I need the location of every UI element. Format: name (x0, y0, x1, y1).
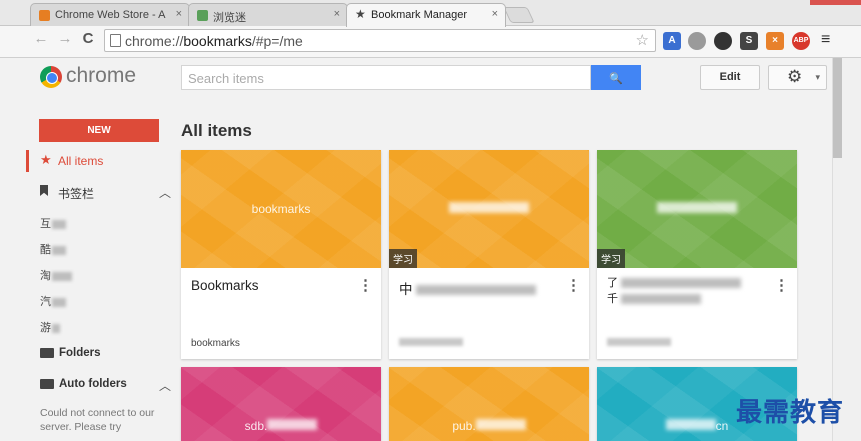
x-extension-icon[interactable]: × (766, 32, 784, 50)
bookmark-manager-page: chrome Search items 🔍 Edit ⚙ ▾ NEW ★ All… (0, 58, 832, 441)
bookmark-card[interactable]: bookmarks Bookmarks ⋮ bookmarks (181, 150, 381, 359)
tab-chrome-web-store[interactable]: Chrome Web Store - A × (30, 3, 190, 26)
more-vert-icon[interactable]: ⋮ (358, 276, 373, 294)
card-thumbnail[interactable]: sdb. (181, 367, 381, 441)
sidebar-item-label: Folders (59, 347, 101, 359)
address-bar[interactable]: chrome://bookmarks/#p=/me ☆ (104, 29, 656, 52)
sidebar-subitem[interactable]: 互 (40, 215, 66, 231)
gear-icon: ⚙ (787, 67, 803, 86)
sidebar-item-bookmarks-bar[interactable]: 书签栏 (40, 185, 94, 202)
site-favicon-icon (197, 10, 208, 21)
card-tag: 学习 (389, 249, 417, 268)
logo-text: chrome (66, 64, 137, 87)
search-input[interactable]: Search items (181, 65, 591, 90)
web-store-icon (39, 10, 50, 21)
browser-toolbar: ← → C chrome://bookmarks/#p=/me ☆ A S × … (0, 26, 861, 58)
search-icon: 🔍 (609, 73, 623, 85)
sidebar-item-all-items[interactable]: ★ All items (40, 152, 104, 168)
sidebar-item-auto-folders[interactable]: Auto folders (40, 378, 127, 390)
card-thumbnail[interactable]: 学习 (597, 150, 797, 268)
card-thumbnail[interactable]: 学习 (389, 150, 589, 268)
tab-title: 浏览迷 (213, 12, 246, 24)
tab-title: Bookmark Manager (371, 9, 467, 21)
sidebar-subitem[interactable]: 淘 (40, 267, 72, 283)
thumbnail-text: bookmarks (251, 202, 311, 216)
page-icon (110, 34, 121, 47)
more-vert-icon[interactable]: ⋮ (566, 276, 581, 294)
card-url: bookmarks (191, 338, 240, 349)
bookmark-star-icon[interactable]: ☆ (636, 31, 649, 49)
card-title: 中 (399, 278, 537, 298)
s-extension-icon[interactable]: S (740, 32, 758, 50)
thumbnail-text (389, 202, 589, 216)
new-tab-button[interactable] (503, 7, 535, 23)
bookmark-card[interactable]: 学习 中 ⋮ (389, 150, 589, 359)
url-host: bookmarks (183, 33, 252, 49)
reload-icon[interactable]: C (78, 30, 98, 47)
bookmark-card[interactable]: pub. (389, 367, 589, 441)
menu-icon[interactable]: ≡ (821, 31, 830, 49)
chevron-up-icon[interactable]: ︿ (159, 184, 171, 201)
close-tab-icon[interactable]: × (492, 8, 498, 20)
card-thumbnail[interactable]: bookmarks (181, 150, 381, 268)
card-title: Bookmarks (191, 278, 259, 293)
card-tag: 学习 (597, 249, 625, 268)
sidebar-subitem[interactable]: 酷 (40, 241, 66, 257)
sidebar-item-folders[interactable]: Folders (40, 347, 101, 359)
translate-icon[interactable]: A (663, 32, 681, 50)
chrome-logo-icon (40, 66, 62, 88)
scrollbar-thumb[interactable] (833, 58, 842, 158)
bookmark-icon (40, 185, 48, 196)
steering-icon[interactable] (714, 32, 732, 50)
new-button[interactable]: NEW (39, 119, 159, 142)
sidebar-subitem[interactable]: 游 (40, 319, 60, 335)
search-button[interactable]: 🔍 (591, 65, 641, 90)
thumbnail-text: sdb. (181, 419, 381, 433)
close-tab-icon[interactable]: × (334, 8, 340, 20)
tab-title: Chrome Web Store - A (55, 9, 166, 21)
more-vert-icon[interactable]: ⋮ (774, 276, 789, 294)
card-url (399, 338, 463, 349)
tab-strip: Chrome Web Store - A × 浏览迷 × ★ Bookmark … (0, 0, 861, 27)
url-scheme: chrome:// (125, 33, 184, 49)
sidebar-item-label: 书签栏 (58, 187, 95, 201)
bookmark-card[interactable]: sdb. (181, 367, 381, 441)
url-path: /#p=/me (251, 33, 303, 49)
thumbnail-text (597, 202, 797, 216)
chevron-up-icon[interactable]: ︿ (159, 377, 171, 394)
connection-error-message: Could not connect to our server. Please … (40, 407, 155, 433)
watermark-logo: 最需教育 (736, 398, 845, 428)
sidebar-item-label: All items (58, 154, 104, 168)
edit-button[interactable]: Edit (700, 65, 760, 90)
sidebar-item-label: Auto folders (59, 378, 127, 390)
active-indicator (26, 150, 29, 172)
star-icon: ★ (355, 7, 366, 21)
bookmark-card[interactable]: 学习 了 千 ⋮ (597, 150, 797, 359)
card-url (607, 338, 671, 349)
globe-icon[interactable] (688, 32, 706, 50)
card-title: 了 千 (607, 274, 742, 306)
tab-bookmark-manager[interactable]: ★ Bookmark Manager × (346, 3, 506, 27)
folder-icon (40, 348, 54, 358)
chevron-down-icon: ▾ (815, 72, 820, 82)
chrome-logo: chrome (40, 65, 136, 91)
tab-browser[interactable]: 浏览迷 × (188, 3, 348, 26)
thumbnail-text: pub. (389, 419, 589, 433)
settings-button[interactable]: ⚙ ▾ (768, 65, 827, 90)
star-icon: ★ (40, 152, 52, 167)
auto-folder-icon (40, 379, 54, 389)
forward-arrow-icon[interactable]: → (55, 30, 75, 47)
close-tab-icon[interactable]: × (176, 8, 182, 20)
adblock-icon[interactable]: ABP (792, 32, 810, 50)
window-close-button[interactable] (810, 0, 861, 5)
page-title: All items (181, 121, 252, 140)
back-arrow-icon[interactable]: ← (31, 30, 51, 47)
sidebar-subitem[interactable]: 汽 (40, 293, 66, 309)
card-thumbnail[interactable]: pub. (389, 367, 589, 441)
